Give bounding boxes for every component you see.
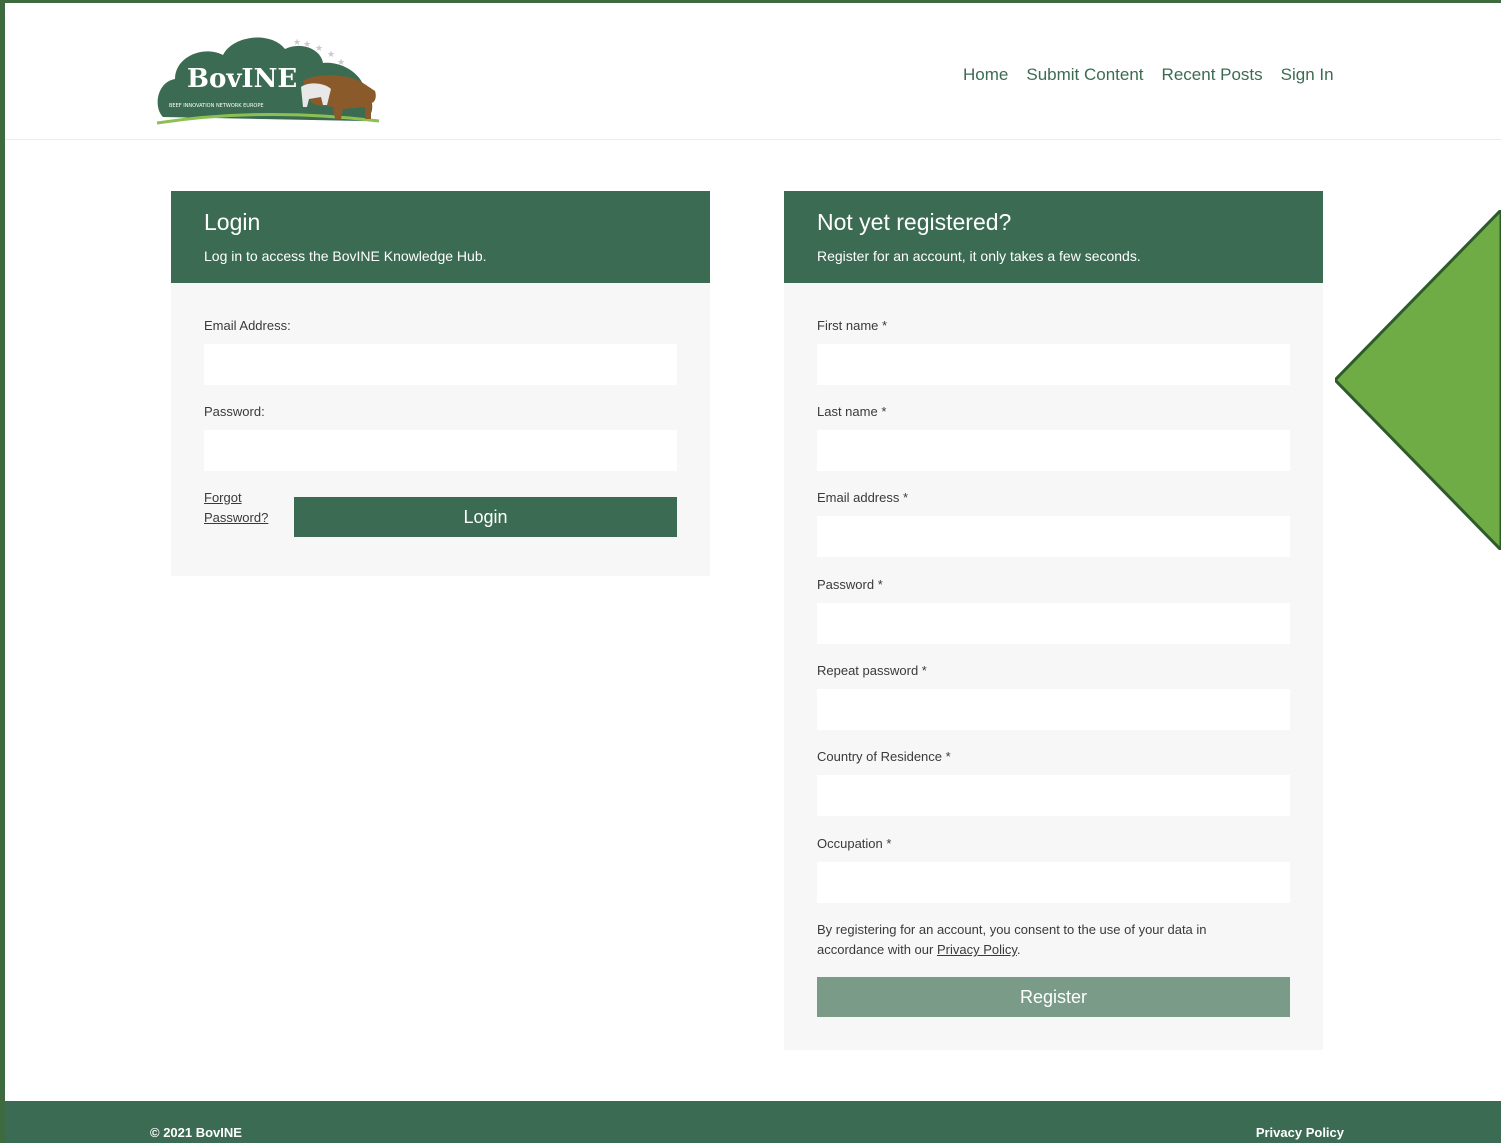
logo-tagline: BEEF INNOVATION NETWORK EUROPE xyxy=(169,103,264,109)
country-label: Country of Residence * xyxy=(817,749,951,764)
forgot-password-link[interactable]: Forgot Password? xyxy=(204,488,268,528)
nav-sign-in[interactable]: Sign In xyxy=(1281,65,1334,85)
svg-text:★: ★ xyxy=(327,50,335,60)
svg-text:★: ★ xyxy=(337,58,345,68)
country-input[interactable] xyxy=(817,775,1290,816)
svg-text:★: ★ xyxy=(315,44,323,54)
last-name-label: Last name * xyxy=(817,404,887,419)
register-panel: Not yet registered? Register for an acco… xyxy=(784,191,1323,1050)
site-footer: © 2021 BovINE Privacy Policy xyxy=(5,1101,1501,1143)
login-subtitle: Log in to access the BovINE Knowledge Hu… xyxy=(204,248,487,264)
last-name-input[interactable] xyxy=(817,430,1290,471)
consent-privacy-link[interactable]: Privacy Policy xyxy=(937,942,1017,957)
nav-home[interactable]: Home xyxy=(963,65,1008,85)
login-email-input[interactable] xyxy=(204,344,677,385)
green-arrow-decoration xyxy=(1335,210,1501,550)
first-name-input[interactable] xyxy=(817,344,1290,385)
consent-text: By registering for an account, you conse… xyxy=(817,920,1257,960)
first-name-label: First name * xyxy=(817,318,888,333)
register-button[interactable]: Register xyxy=(817,977,1290,1017)
reg-password-label: Password * xyxy=(817,577,883,592)
occupation-label: Occupation * xyxy=(817,836,892,851)
reg-email-label: Email address * xyxy=(817,490,909,505)
logo-wordmark: BovINE xyxy=(187,64,297,94)
login-panel-header: Login Log in to access the BovINE Knowle… xyxy=(171,191,710,283)
nav-submit-content[interactable]: Submit Content xyxy=(1026,65,1143,85)
site-header: ★ ★ ★ ★ ★ BovINE BEEF INNOVATION NETWORK EUR… xyxy=(5,3,1501,140)
reg-password-input[interactable] xyxy=(817,603,1290,644)
footer-copyright: © 2021 BovINE xyxy=(150,1125,242,1140)
repeat-password-input[interactable] xyxy=(817,689,1290,730)
occupation-input[interactable] xyxy=(817,862,1290,903)
register-subtitle: Register for an account, it only takes a… xyxy=(817,248,1141,264)
svg-text:★: ★ xyxy=(293,38,301,48)
repeat-password-label: Repeat password * xyxy=(817,663,927,678)
reg-email-input[interactable] xyxy=(817,516,1290,557)
forgot-line-2: Password? xyxy=(204,510,269,525)
main-nav: Home Submit Content Recent Posts Sign In xyxy=(963,65,1334,85)
nav-recent-posts[interactable]: Recent Posts xyxy=(1162,65,1263,85)
email-label: Email Address: xyxy=(204,318,291,333)
window-frame-left xyxy=(0,0,5,1143)
password-label: Password: xyxy=(204,404,265,419)
login-password-input[interactable] xyxy=(204,430,677,471)
consent-end: . xyxy=(1016,942,1021,957)
login-panel: Login Log in to access the BovINE Knowle… xyxy=(171,191,710,576)
register-title: Not yet registered? xyxy=(817,209,1012,235)
forgot-line-1: Forgot xyxy=(204,490,242,505)
login-title: Login xyxy=(204,209,261,235)
bovine-logo[interactable]: ★ ★★★★ BovINE BEEF INNOVATION NETWORK EUR… xyxy=(153,27,383,127)
footer-privacy-link[interactable]: Privacy Policy xyxy=(1256,1125,1344,1140)
login-button[interactable]: Login xyxy=(294,497,677,537)
svg-text:★: ★ xyxy=(303,40,311,50)
register-panel-header: Not yet registered? Register for an acco… xyxy=(784,191,1323,283)
